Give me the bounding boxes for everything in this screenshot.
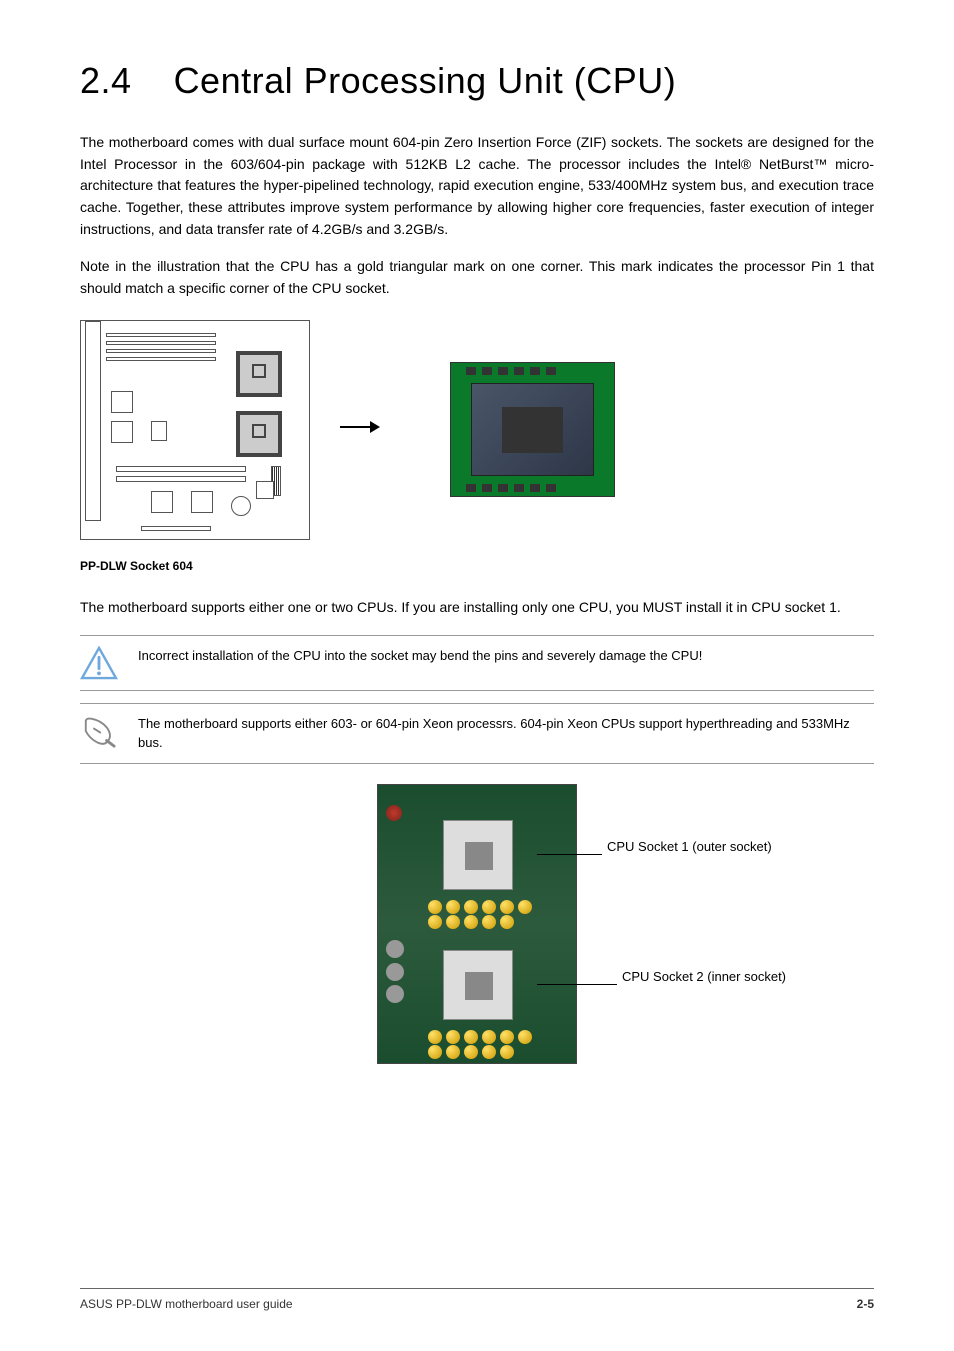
paragraph-3: The motherboard supports either one or t… (80, 597, 874, 619)
cpu-photo (450, 362, 615, 497)
section-title: 2.4 Central Processing Unit (CPU) (80, 60, 874, 102)
motherboard-diagram (80, 320, 310, 540)
section-number: 2.4 (80, 60, 132, 101)
caution-icon (80, 646, 118, 680)
caution-text: Incorrect installation of the CPU into t… (138, 646, 874, 666)
arrow-right-icon (340, 417, 380, 437)
cpu-socket-2-label: CPU Socket 2 (inner socket) (622, 969, 786, 984)
cpu-socket-1-label: CPU Socket 1 (outer socket) (607, 839, 772, 854)
note-icon (80, 714, 118, 748)
page-footer: ASUS PP-DLW motherboard user guide 2-5 (80, 1288, 874, 1311)
socket-caption: PP-DLW Socket 604 (80, 559, 193, 573)
paragraph-2: Note in the illustration that the CPU ha… (80, 256, 874, 299)
paragraph-1: The motherboard comes with dual surface … (80, 132, 874, 240)
footer-page-number: 2-5 (857, 1297, 874, 1311)
socket-photo-container: CPU Socket 1 (outer socket) CPU Socket 2… (80, 784, 874, 1064)
diagram-caption: PP-DLW Socket 604 (80, 559, 874, 573)
info-note: The motherboard supports either 603- or … (80, 703, 874, 764)
info-text: The motherboard supports either 603- or … (138, 714, 874, 753)
section-name: Central Processing Unit (CPU) (174, 60, 677, 101)
diagram-row (80, 320, 874, 540)
motherboard-photo (377, 784, 577, 1064)
footer-left: ASUS PP-DLW motherboard user guide (80, 1297, 293, 1311)
caution-note: Incorrect installation of the CPU into t… (80, 635, 874, 691)
